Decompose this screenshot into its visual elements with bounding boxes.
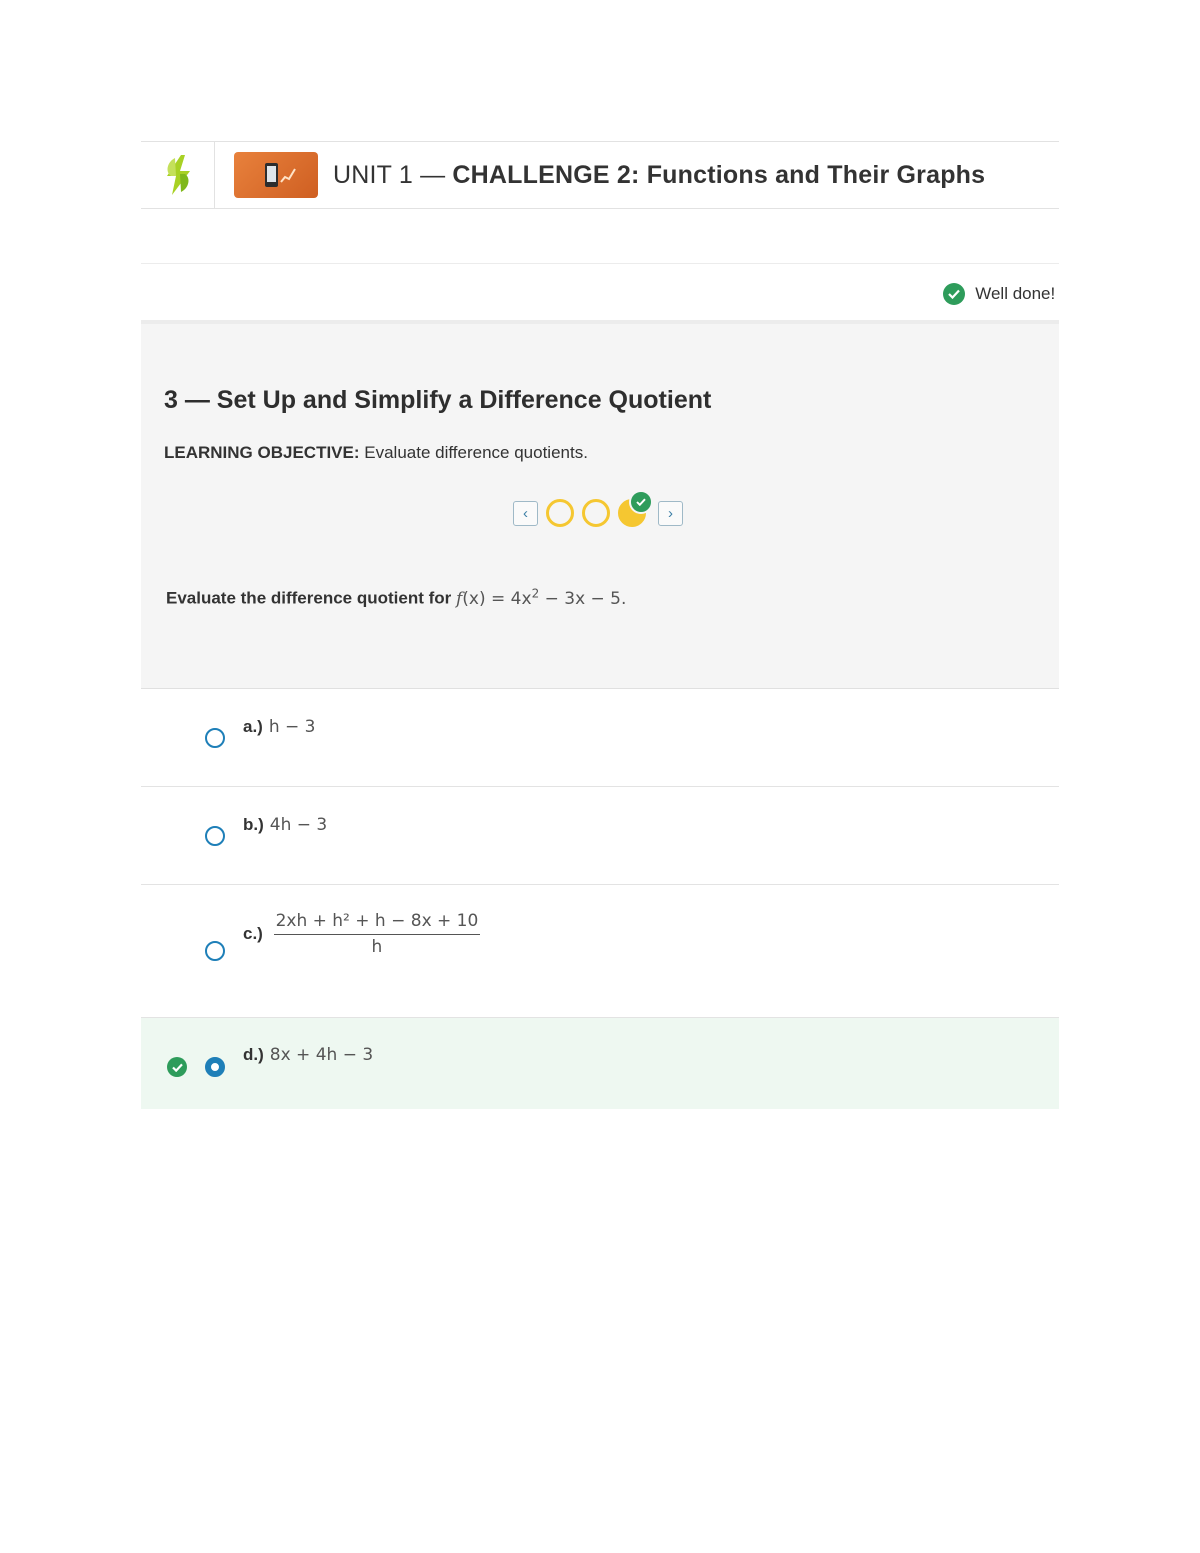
- option-fraction: 2xh + h² + h − 8x + 10 h: [273, 911, 481, 957]
- fraction-numerator: 2xh + h² + h − 8x + 10: [273, 911, 481, 935]
- sophia-logo-icon: [166, 155, 190, 195]
- radio-c[interactable]: [205, 941, 225, 961]
- option-expression: h − 3: [268, 717, 316, 737]
- question-panel: 3 — Set Up and Simplify a Difference Quo…: [141, 324, 1059, 689]
- option-a-label: a.) h − 3: [243, 717, 316, 737]
- unit-title-prefix: UNIT 1 —: [333, 160, 453, 189]
- option-d-label: d.) 8x + 4h − 3: [243, 1045, 373, 1065]
- phone-chart-icon: [265, 163, 296, 187]
- unit-title-main: CHALLENGE 2: Functions and Their Graphs: [452, 160, 986, 189]
- answer-option-c[interactable]: c.) 2xh + h² + h − 8x + 10 h: [141, 885, 1059, 1018]
- fraction-denominator: h: [371, 937, 383, 957]
- answer-option-a[interactable]: a.) h − 3: [141, 689, 1059, 787]
- objective-text: Evaluate difference quotients.: [359, 443, 588, 462]
- option-letter: d.): [243, 1045, 264, 1064]
- brand-logo[interactable]: [141, 142, 215, 208]
- question-prompt: Evaluate the difference quotient for f(x…: [166, 586, 626, 609]
- pager-next-button[interactable]: ›: [658, 500, 683, 526]
- feedback-message: Well done! Y: [943, 283, 1059, 305]
- option-expression: 4h − 3: [269, 815, 328, 835]
- feedback-text: Well done! Y: [975, 284, 1059, 303]
- prompt-text: Evaluate the difference quotient for: [166, 588, 456, 608]
- pager-prev-button[interactable]: ‹: [513, 500, 538, 526]
- pager-dot-3[interactable]: [618, 490, 653, 527]
- option-letter: b.): [243, 815, 264, 834]
- option-letter: c.): [243, 924, 263, 943]
- option-expression: 8x + 4h − 3: [269, 1045, 374, 1065]
- radio-b[interactable]: [205, 826, 225, 846]
- radio-a[interactable]: [205, 728, 225, 748]
- pager-dot-1[interactable]: [546, 499, 574, 527]
- unit-title: UNIT 1 — CHALLENGE 2: Functions and Thei…: [333, 161, 985, 190]
- answer-option-b[interactable]: b.) 4h − 3: [141, 787, 1059, 885]
- page-frame: UNIT 1 — CHALLENGE 2: Functions and Thei…: [141, 141, 1059, 1109]
- radio-d[interactable]: [205, 1057, 225, 1077]
- correct-check-icon: [167, 1057, 187, 1077]
- dot-check-icon: [629, 490, 653, 514]
- option-b-label: b.) 4h − 3: [243, 815, 327, 835]
- objective-label: LEARNING OBJECTIVE:: [164, 443, 360, 462]
- challenge-header: UNIT 1 — CHALLENGE 2: Functions and Thei…: [141, 141, 1059, 209]
- answer-option-d[interactable]: d.) 8x + 4h − 3: [141, 1018, 1059, 1109]
- pager-dot-2[interactable]: [582, 499, 610, 527]
- feedback-bar: Well done! Y: [141, 263, 1059, 324]
- option-c-label: c.) 2xh + h² + h − 8x + 10 h: [243, 911, 481, 957]
- question-title: 3 — Set Up and Simplify a Difference Quo…: [164, 386, 712, 414]
- unit-thumbnail: [234, 152, 318, 198]
- prompt-function: f(x) = 4x2 − 3x − 5.: [456, 586, 627, 609]
- option-letter: a.): [243, 717, 263, 736]
- question-pager: ‹ ›: [513, 490, 683, 527]
- learning-objective: LEARNING OBJECTIVE: Evaluate difference …: [164, 443, 588, 463]
- success-check-icon: [943, 283, 966, 305]
